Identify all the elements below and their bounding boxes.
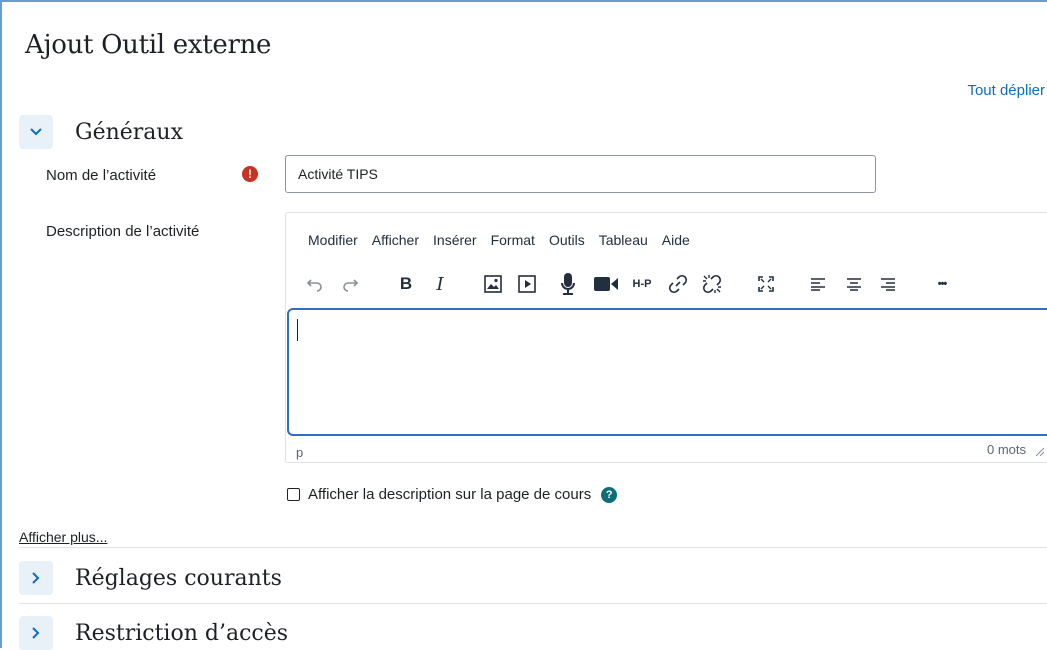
section-divider xyxy=(19,603,1047,604)
menu-afficher[interactable]: Afficher xyxy=(372,232,419,248)
description-content-area[interactable] xyxy=(287,308,1047,436)
resize-handle-icon[interactable] xyxy=(1036,448,1044,456)
link-icon[interactable] xyxy=(667,271,689,297)
section-divider xyxy=(19,547,1047,548)
required-icon: ! xyxy=(242,166,258,182)
section-general-header[interactable]: Généraux xyxy=(19,115,183,149)
section-restrictions-title: Restriction d’accès xyxy=(75,620,289,646)
show-description-checkbox[interactable] xyxy=(287,488,300,501)
section-common-header[interactable]: Réglages courants xyxy=(19,561,282,595)
redo-icon[interactable] xyxy=(339,271,361,297)
editor-toolbar: B I H-P ••• xyxy=(286,271,1046,297)
chevron-right-icon[interactable] xyxy=(19,616,53,650)
align-left-icon[interactable] xyxy=(807,271,829,297)
section-general-title: Généraux xyxy=(75,119,183,145)
show-description-label[interactable]: Afficher la description sur la page de c… xyxy=(308,486,591,503)
undo-icon[interactable] xyxy=(304,271,326,297)
menu-tableau[interactable]: Tableau xyxy=(599,232,648,248)
activity-name-label: Nom de l’activité xyxy=(46,167,157,184)
menu-outils[interactable]: Outils xyxy=(549,232,585,248)
text-caret xyxy=(297,319,298,341)
image-icon[interactable] xyxy=(482,271,504,297)
bold-icon[interactable]: B xyxy=(396,271,416,297)
menu-modifier[interactable]: Modifier xyxy=(308,232,358,248)
video-camera-icon[interactable] xyxy=(592,271,620,297)
section-common-title: Réglages courants xyxy=(75,565,282,591)
help-icon[interactable]: ? xyxy=(601,486,618,503)
section-restrictions-header[interactable]: Restriction d’accès xyxy=(19,616,288,650)
italic-icon[interactable]: I xyxy=(430,271,450,297)
chevron-right-icon[interactable] xyxy=(19,561,53,595)
fullscreen-icon[interactable] xyxy=(755,271,777,297)
editor-statusbar: p 0 mots xyxy=(286,437,1047,463)
media-icon[interactable] xyxy=(516,271,538,297)
unlink-icon[interactable] xyxy=(700,271,724,297)
page-title: Ajout Outil externe xyxy=(25,30,272,60)
editor-menubar: Modifier Afficher Insérer Format Outils … xyxy=(308,232,704,248)
align-center-icon[interactable] xyxy=(843,271,865,297)
window-left-border xyxy=(0,0,2,648)
show-description-row: Afficher la description sur la page de c… xyxy=(287,486,618,503)
align-right-icon[interactable] xyxy=(877,271,899,297)
more-icon[interactable]: ••• xyxy=(930,271,954,297)
element-path[interactable]: p xyxy=(296,445,303,460)
activity-description-label: Description de l’activité xyxy=(46,223,200,240)
menu-aide[interactable]: Aide xyxy=(662,232,690,248)
menu-format[interactable]: Format xyxy=(491,232,535,248)
word-count: 0 mots xyxy=(987,442,1027,457)
chevron-down-icon[interactable] xyxy=(19,115,53,149)
h5p-icon[interactable]: H-P xyxy=(627,271,657,297)
expand-all-link[interactable]: Tout déplier xyxy=(967,82,1045,99)
window-top-border xyxy=(0,0,1047,2)
microphone-icon[interactable] xyxy=(558,271,578,297)
show-more-link[interactable]: Afficher plus... xyxy=(19,529,107,545)
activity-name-input[interactable] xyxy=(285,155,876,193)
menu-inserer[interactable]: Insérer xyxy=(433,232,477,248)
description-editor: Modifier Afficher Insérer Format Outils … xyxy=(285,212,1047,463)
